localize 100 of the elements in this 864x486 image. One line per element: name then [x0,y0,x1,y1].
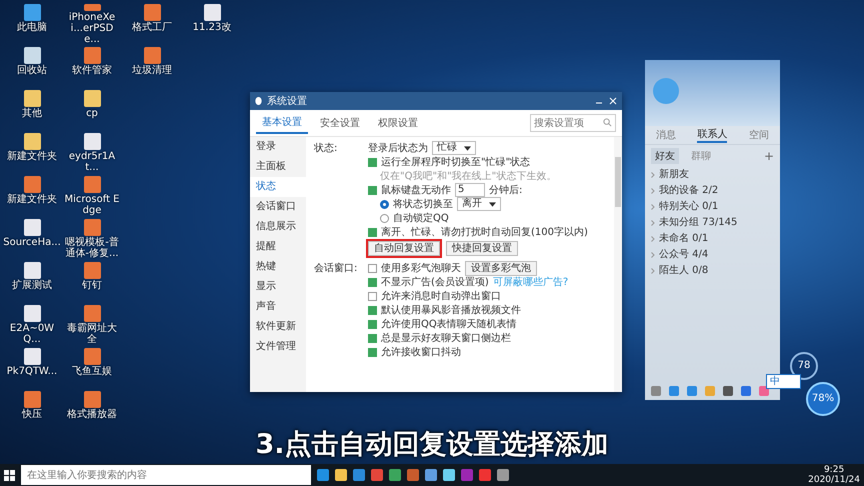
sidebar-item[interactable]: 热键 [250,257,306,277]
app-icon[interactable] [84,391,100,408]
checkbox[interactable] [368,278,377,286]
settings-tab[interactable]: 基本设置 [256,112,308,134]
taskbar-app-icon[interactable] [497,469,509,481]
taskbar-app-icon[interactable] [407,469,419,481]
settings-button[interactable]: 设置多彩气泡 [465,260,537,276]
taskbar-app-icon[interactable] [389,469,401,481]
taskbar-app-icon[interactable] [353,469,365,481]
app-icon[interactable] [84,4,100,11]
settings-button[interactable]: 快捷回复设置 [446,240,518,256]
checkbox[interactable] [368,186,377,194]
app-icon[interactable] [84,176,100,193]
checkbox[interactable] [368,320,377,328]
desktop-icon-label[interactable]: 飞鱼互娱 [72,366,112,377]
desktop-icon-label[interactable]: 扩展测试 [12,280,52,291]
language-bar[interactable]: 中 [766,374,801,389]
radio-button[interactable] [380,214,389,222]
contact-group[interactable]: 公众号 4/4 [645,247,780,263]
checkbox[interactable] [368,348,377,356]
app-icon[interactable] [24,391,40,408]
chevron-icon [651,236,655,242]
taskbar-app-icon[interactable] [479,469,491,481]
contact-group[interactable]: 未命名 0/1 [645,231,780,247]
app-icon[interactable] [84,219,100,236]
taskbar-search-field[interactable]: 在这里输入你要搜索的内容 [21,465,311,485]
sidebar-item[interactable]: 登录 [250,137,306,157]
contact-group[interactable]: 我的设备 2/2 [645,183,780,199]
desktop-icon-label[interactable]: 格式播放器 [67,409,117,420]
desktop-icon-label[interactable]: E2A~0WQ... [3,323,61,345]
checkbox[interactable] [368,306,377,314]
sidebar-item[interactable]: 显示 [250,277,306,297]
add-button[interactable]: + [764,149,774,163]
app-icon[interactable] [84,262,100,279]
sidebar-item[interactable]: 声音 [250,297,306,317]
close-icon[interactable] [608,96,618,106]
sidebar-item[interactable]: 文件管理 [250,337,306,357]
taskbar-app-icon[interactable] [335,469,347,481]
settings-tab[interactable]: 安全设置 [314,113,366,133]
clock-date[interactable]: 2020/11/24 [808,475,860,485]
desktop-icon-label[interactable]: 格式工厂 [132,22,172,33]
checkbox[interactable] [368,334,377,342]
sidebar-item[interactable]: 信息展示 [250,217,306,237]
desktop-icon-label[interactable]: 此电脑 [17,22,47,33]
taskbar-app-icon[interactable] [317,469,329,481]
desktop-icon-label[interactable]: 11.23改 [192,22,232,33]
desktop-icon-label[interactable]: 嗯视模板-普通体-修复... [63,237,121,259]
panel-tab[interactable]: 联系人 [697,127,728,143]
desktop-icon-label[interactable]: 新建文件夹 [7,194,57,205]
desktop-icon-label[interactable]: 钉钉 [82,280,102,291]
desktop-icon-label[interactable]: 其他 [22,108,42,119]
contact-group[interactable]: 特别关心 0/1 [645,199,780,215]
sidebar-item[interactable]: 状态 [250,177,306,197]
status-dropdown[interactable]: 离开 [457,197,501,211]
checkbox[interactable] [368,228,377,236]
settings-button[interactable]: 自动回复设置 [368,240,440,256]
panel-tab[interactable]: 消息 [656,128,676,142]
radio-button[interactable] [380,200,389,208]
contact-group[interactable]: 陌生人 0/8 [645,263,780,279]
taskbar-app-icon[interactable] [371,469,383,481]
desktop-icon-label[interactable]: cp [86,108,98,119]
search-field[interactable]: 搜索设置项 [530,114,616,132]
app-icon[interactable] [84,47,100,64]
desktop-icon-label[interactable]: eydr5r1At... [63,151,121,173]
app-icon[interactable] [144,47,160,64]
contact-group[interactable]: 未知分组 73/145 [645,215,780,231]
desktop-icon-label[interactable]: Pk7QTW... [6,366,58,377]
option-label: 不显示广告(会员设置项) [381,276,489,289]
sidebar-item[interactable]: 提醒 [250,237,306,257]
app-icon[interactable] [144,4,160,21]
desktop-icon-label[interactable]: Microsoft Edge [63,194,121,216]
desktop-icon-label[interactable]: 回收站 [17,65,47,76]
sidebar-item[interactable]: 会话窗口 [250,197,306,217]
status-dropdown[interactable]: 忙碌 [432,141,476,155]
contact-group[interactable]: 新朋友 [645,167,780,183]
minutes-spinner[interactable]: 5 [455,183,485,197]
panel-subtab[interactable]: 好友 [651,148,679,164]
app-icon[interactable] [84,348,100,365]
scrollbar-thumb[interactable] [615,157,621,207]
taskbar-app-icon[interactable] [425,469,437,481]
desktop-icon-label[interactable]: SourceHa... [3,237,61,248]
windows-logo-icon[interactable] [4,470,15,480]
option-label: 将状态切换至 [393,198,453,211]
desktop-icon-label[interactable]: iPhoneXei...erPSDe... [63,12,121,45]
desktop-icon-label[interactable]: 垃圾清理 [132,65,172,76]
checkbox[interactable] [368,158,377,166]
sidebar-item[interactable]: 主面板 [250,157,306,177]
panel-tab[interactable]: 空间 [749,128,770,142]
desktop-icon-label[interactable]: 软件管家 [72,65,112,76]
sidebar-item[interactable]: 软件更新 [250,317,306,337]
settings-tab[interactable]: 权限设置 [372,113,424,133]
desktop-icon-label[interactable]: 毒霸网址大全 [63,323,121,345]
app-icon[interactable] [24,176,40,193]
checkbox[interactable] [368,264,377,272]
taskbar-app-icon[interactable] [443,469,455,481]
desktop-icon-label[interactable]: 新建文件夹 [7,151,57,162]
checkbox[interactable] [368,292,377,300]
desktop-icon-label[interactable]: 快压 [22,409,42,420]
clock-time[interactable]: 9:25 [824,465,844,475]
app-icon[interactable] [84,305,100,322]
